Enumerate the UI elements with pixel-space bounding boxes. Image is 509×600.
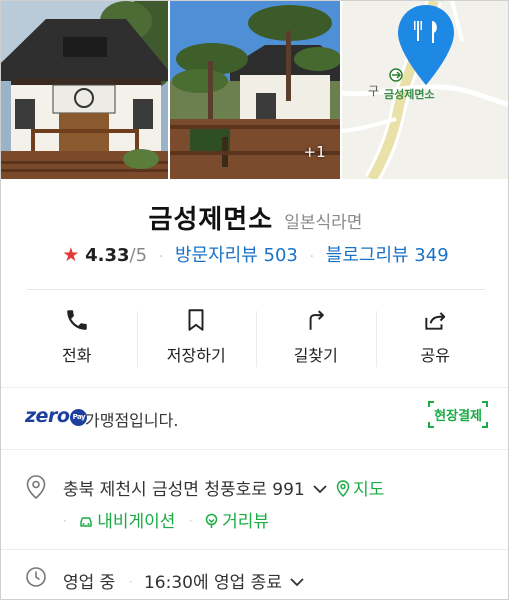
divider <box>1 549 508 550</box>
place-category: 일본식라면 <box>284 213 363 233</box>
business-hours-row[interactable]: 영업 중 · 16:30에 영업 종료 <box>63 568 308 593</box>
location-map-thumbnail[interactable]: 구 금성제면소 <box>341 1 508 179</box>
map-link[interactable]: 지도 <box>336 480 384 500</box>
onsite-payment-badge: 현장결제 <box>428 401 488 428</box>
share-label: 공유 <box>420 346 450 365</box>
restaurant-photo-2[interactable]: +1 <box>170 1 340 179</box>
zeropay-logo-text: zero <box>25 405 70 427</box>
divider <box>1 449 508 450</box>
divider <box>1 387 508 388</box>
street-view-icon <box>205 513 218 528</box>
share-button[interactable]: 공유 <box>375 305 496 371</box>
svg-text:구: 구 <box>368 84 379 98</box>
directions-button[interactable]: 길찾기 <box>256 305 376 371</box>
phone-icon <box>67 310 87 330</box>
save-label: 저장하기 <box>166 346 226 365</box>
review-summary: ★ 4.33/5 · 방문자리뷰 503 · 블로그리뷰 349 <box>1 241 508 267</box>
separator-dot: · <box>63 514 67 528</box>
zeropay-text: 가맹점입니다. <box>85 411 179 430</box>
save-button[interactable]: 저장하기 <box>136 305 257 371</box>
call-label: 전화 <box>62 346 92 365</box>
zeropay-banner: zero Pay 가맹점입니다. 현장결제 <box>1 397 508 441</box>
share-icon <box>425 312 446 330</box>
street-view-link-label: 거리뷰 <box>222 512 269 532</box>
bookmark-icon <box>188 309 204 331</box>
onsite-payment-label: 현장결제 <box>434 409 482 424</box>
more-photos-count: +1 <box>303 143 326 161</box>
separator-dot: · <box>158 249 164 265</box>
map-link-label: 지도 <box>353 480 385 500</box>
map-place-label: 금성제면소 <box>384 87 435 101</box>
visitor-reviews-link[interactable]: 방문자리뷰 503 <box>175 245 298 266</box>
place-name: 금성제면소 <box>148 205 274 235</box>
closing-time: 16:30에 영업 종료 <box>143 573 282 593</box>
location-pin-icon <box>26 475 46 500</box>
divider <box>27 289 485 290</box>
separator-dot: · <box>128 575 133 589</box>
zeropay-logo: zero Pay <box>25 405 88 427</box>
separator-dot: · <box>309 249 315 265</box>
action-bar: 전화 저장하기 길찾기 공유 <box>17 305 495 371</box>
photo-strip: +1 구 금성제면소 <box>1 1 508 179</box>
address-row: 충북 제천시 금성면 청풍호로 991 지도 <box>63 475 384 500</box>
call-button[interactable]: 전화 <box>17 305 137 371</box>
restaurant-photo-1[interactable] <box>1 1 169 179</box>
navigation-link[interactable]: 내비게이션 <box>78 512 175 532</box>
navigation-links: · 내비게이션 · 거리뷰 <box>63 507 269 532</box>
chevron-down-icon[interactable] <box>290 572 304 592</box>
rating-value: 4.33 <box>85 245 130 266</box>
place-panel: +1 구 금성제면소 금성제면소 일본식라면 ★ 4.33/5 · 방문자리뷰 … <box>0 0 509 600</box>
directions-icon <box>309 310 324 330</box>
map-pin-small-icon <box>336 480 350 498</box>
open-status: 영업 중 <box>63 573 116 593</box>
directions-label: 길찾기 <box>293 346 338 365</box>
separator-dot: · <box>188 514 193 528</box>
star-icon: ★ <box>62 244 80 266</box>
navigation-link-label: 내비게이션 <box>97 512 176 532</box>
chevron-down-icon[interactable] <box>313 479 327 499</box>
address-text: 충북 제천시 금성면 청풍호로 991 <box>63 480 305 500</box>
rating-max: /5 <box>129 245 148 266</box>
place-header: 금성제면소 일본식라면 <box>1 199 508 236</box>
car-icon <box>80 517 92 527</box>
street-view-link[interactable]: 거리뷰 <box>204 512 269 532</box>
blog-reviews-link[interactable]: 블로그리뷰 349 <box>326 245 449 266</box>
clock-icon <box>26 567 46 587</box>
